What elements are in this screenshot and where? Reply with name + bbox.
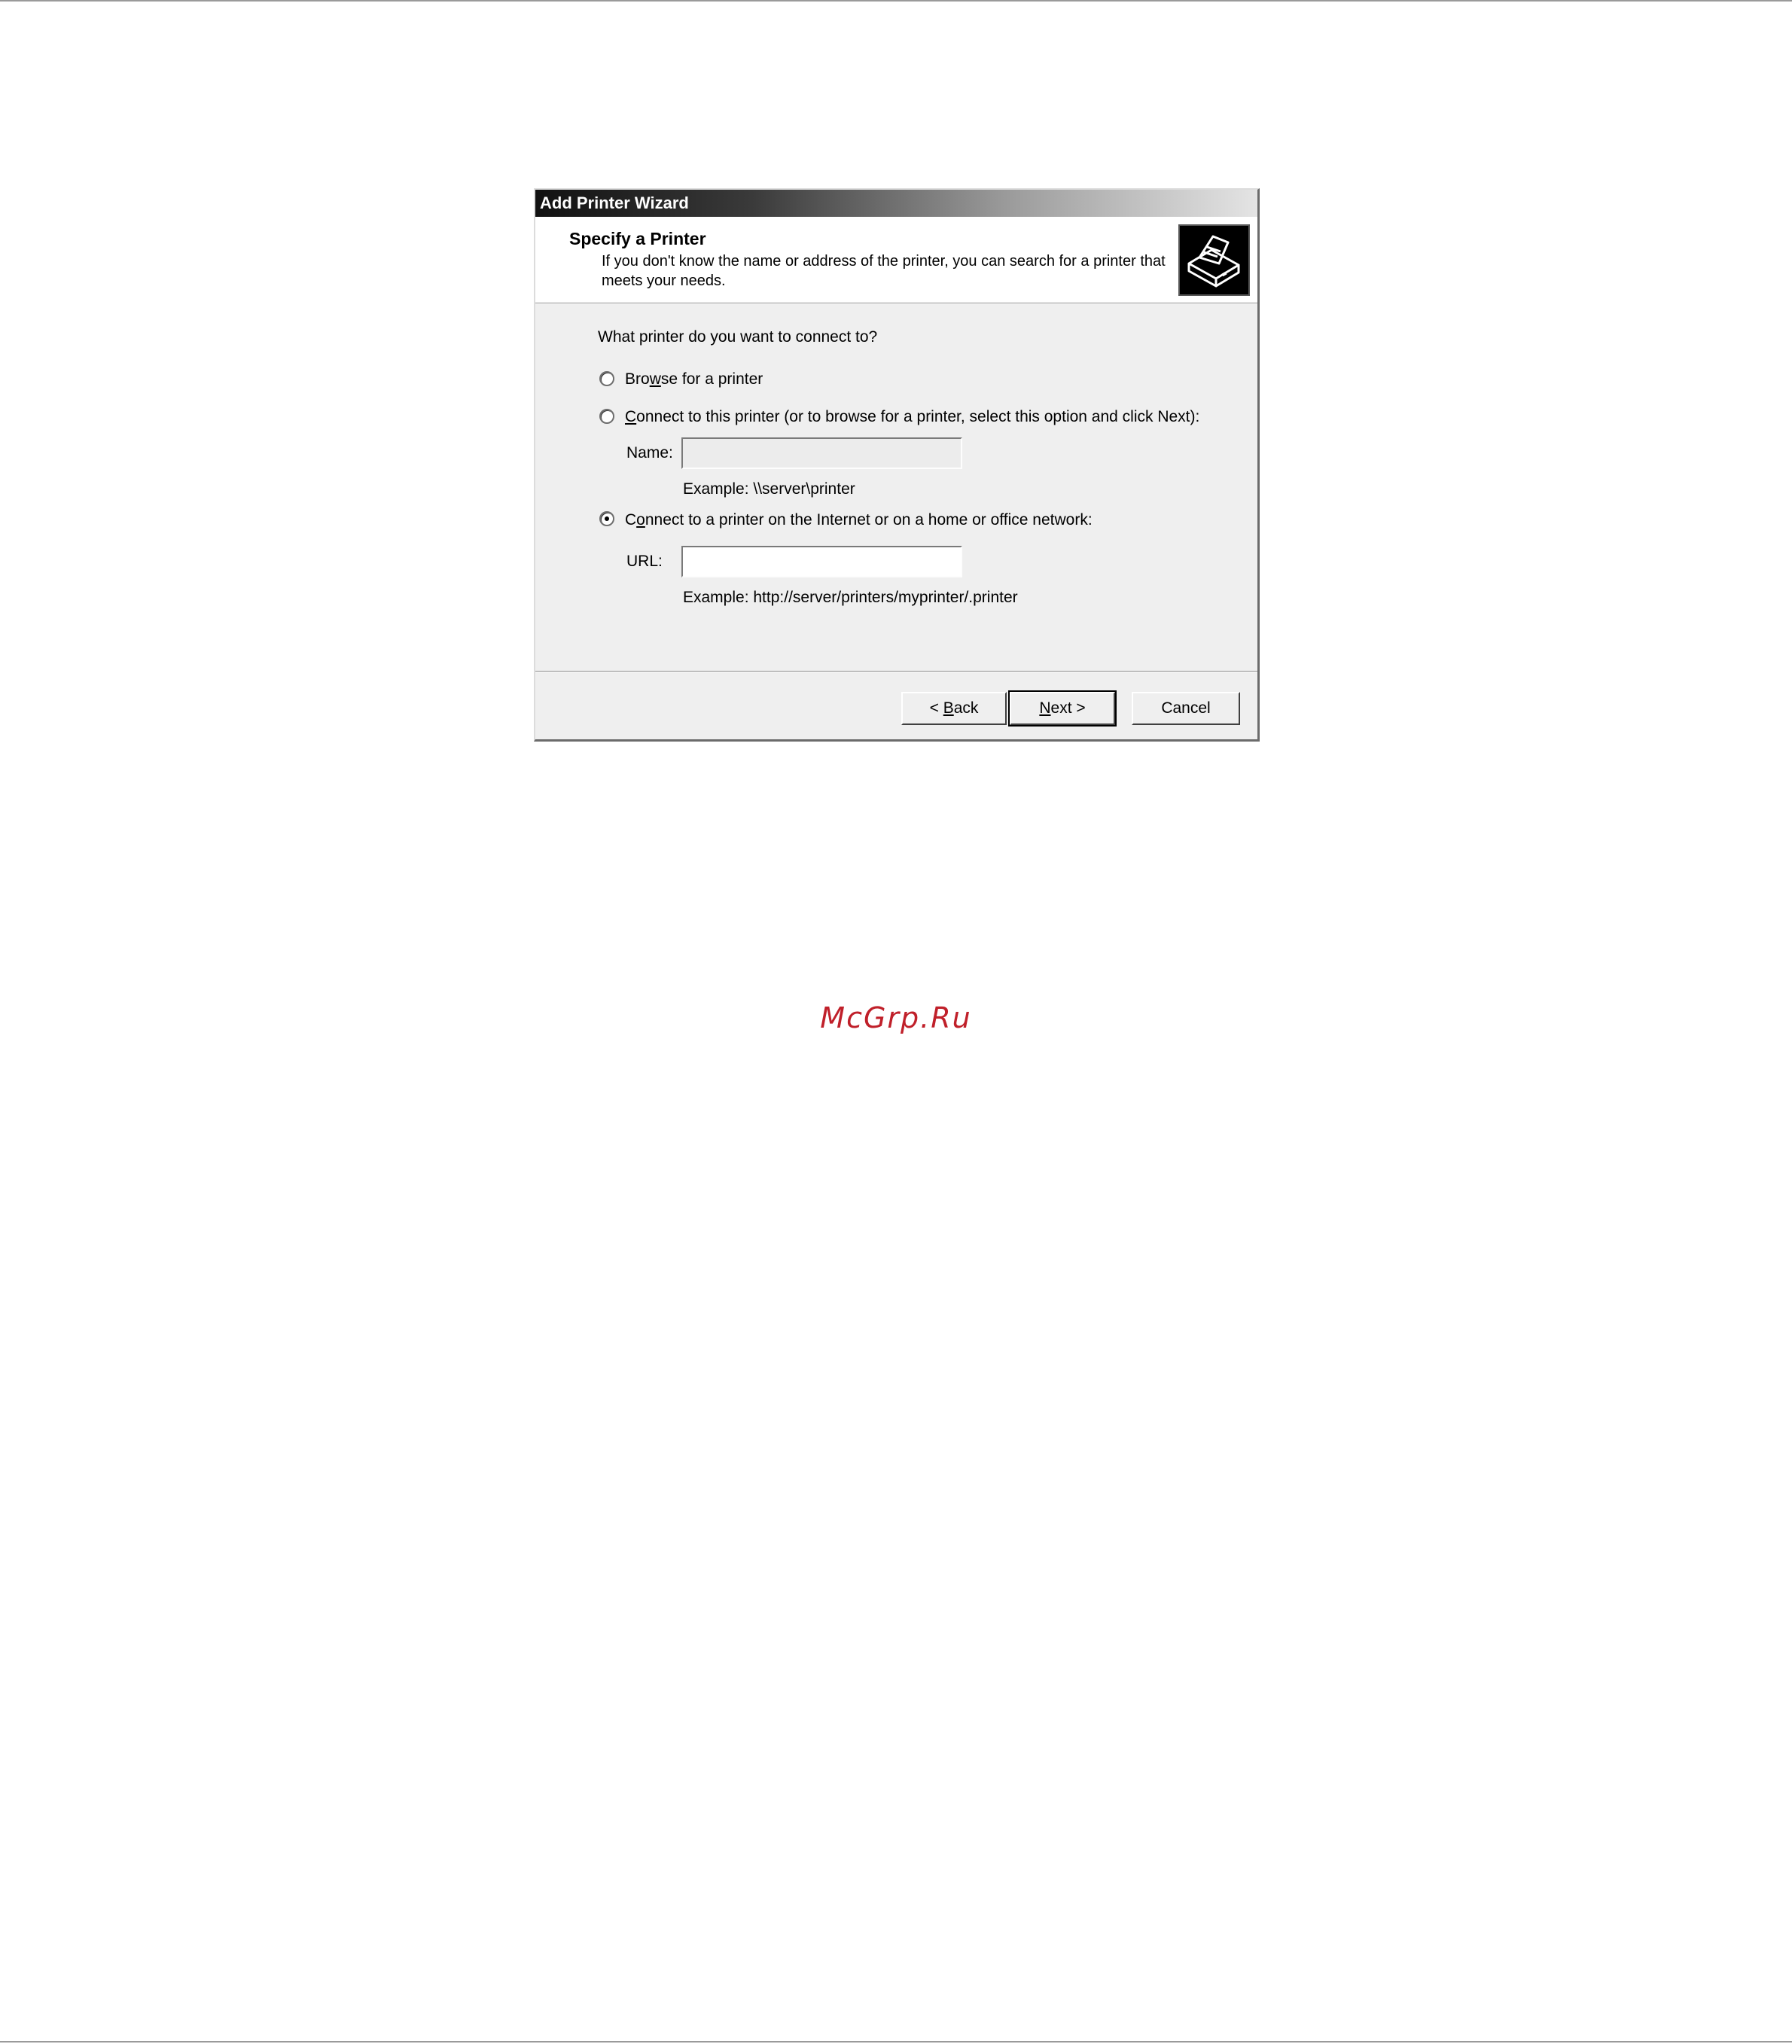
connect-question: What printer do you want to connect to?: [598, 328, 878, 346]
name-input[interactable]: [681, 437, 962, 469]
page-top-rule: [0, 0, 1792, 2]
browse-option-label[interactable]: Browse for a printer: [625, 370, 763, 388]
next-button[interactable]: Next >: [1008, 690, 1117, 727]
connect-name-option-label[interactable]: Connect to this printer (or to browse fo…: [625, 408, 1199, 426]
name-example: Example: \\server\printer: [683, 480, 855, 498]
page-bottom-rule: [0, 2041, 1792, 2042]
url-example: Example: http://server/printers/myprinte…: [683, 589, 1018, 606]
url-input[interactable]: [681, 546, 962, 577]
connect-name-radio[interactable]: [599, 409, 614, 424]
header-separator: [535, 303, 1257, 304]
wizard-header: Specify a Printer If you don't know the …: [535, 217, 1257, 303]
printer-icon: [1178, 224, 1250, 296]
wizard-step-subtitle: If you don't know the name or address of…: [602, 253, 1166, 289]
wizard-step-title: Specify a Printer: [569, 229, 706, 248]
site-watermark: McGrp.Ru: [820, 1001, 972, 1034]
dialog-title-bar[interactable]: Add Printer Wizard: [535, 190, 1257, 217]
footer-separator: [535, 671, 1257, 672]
connect-url-radio[interactable]: [599, 511, 614, 526]
add-printer-wizard-dialog: Add Printer Wizard Specify a Printer If …: [534, 188, 1260, 742]
cancel-button[interactable]: Cancel: [1132, 692, 1240, 725]
url-field-label: URL:: [626, 553, 663, 570]
browse-radio[interactable]: [599, 371, 614, 386]
name-field-label: Name:: [626, 444, 673, 461]
back-button[interactable]: < Back: [901, 692, 1007, 725]
dialog-title: Add Printer Wizard: [540, 193, 689, 212]
connect-url-option-label[interactable]: Connect to a printer on the Internet or …: [625, 511, 1093, 529]
